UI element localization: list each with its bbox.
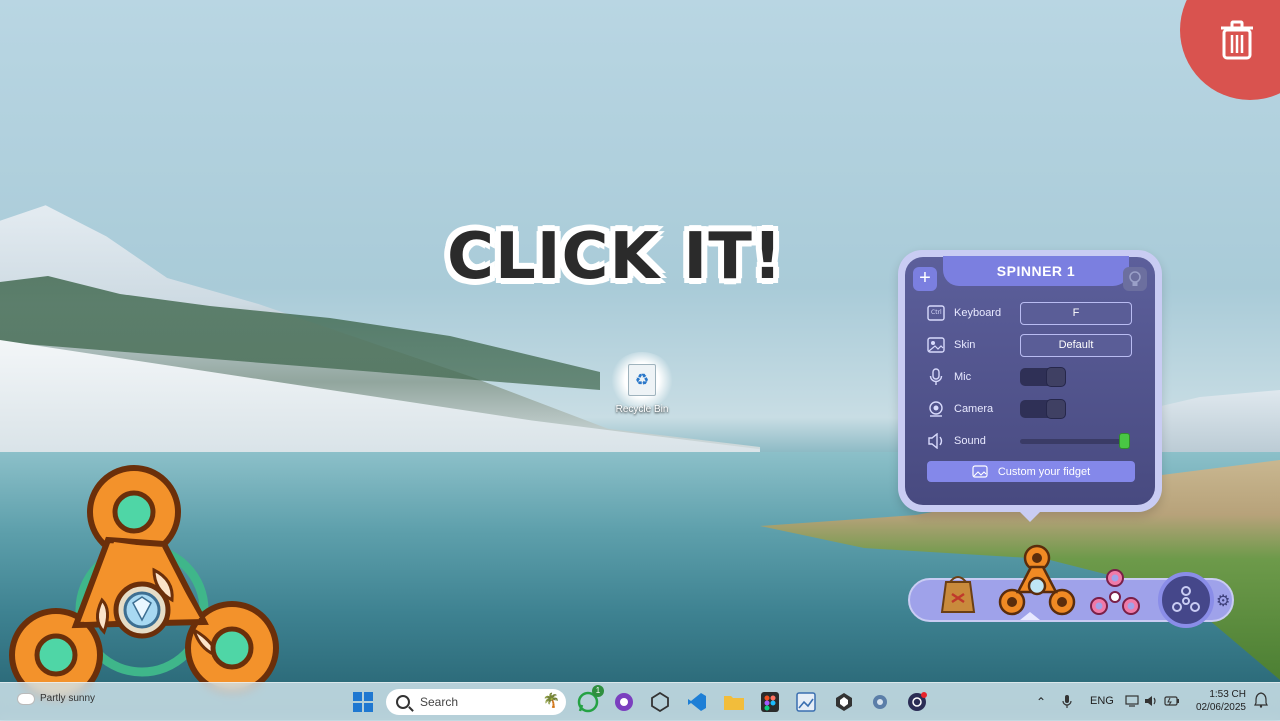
settings-icon[interactable] bbox=[868, 690, 892, 714]
camera-label: Camera bbox=[954, 403, 994, 415]
add-spinner-button[interactable]: + bbox=[913, 267, 937, 291]
svg-text:Ctrl: Ctrl bbox=[931, 309, 942, 316]
clock[interactable]: 1:53 CH 02/06/2025 bbox=[1196, 688, 1246, 714]
unity-icon[interactable] bbox=[648, 690, 672, 714]
file-explorer-icon[interactable] bbox=[722, 690, 746, 714]
notification-bell-icon[interactable] bbox=[1254, 692, 1268, 711]
clock-date: 02/06/2025 bbox=[1195, 702, 1246, 713]
mic-row: Mic bbox=[927, 365, 1141, 389]
image-edit-icon bbox=[972, 465, 988, 478]
cloud-icon bbox=[18, 693, 34, 704]
custom-fidget-button[interactable]: Custom your fidget bbox=[927, 461, 1135, 482]
trash-icon[interactable] bbox=[1220, 20, 1254, 60]
weather-text: Partly sunny bbox=[40, 693, 96, 704]
keyboard-row: Ctrl Keyboard F bbox=[927, 301, 1141, 325]
figma-icon[interactable] bbox=[758, 690, 782, 714]
desktop-icon-recycle-bin[interactable]: ♻ Recycle Bin bbox=[608, 352, 676, 415]
windows-start-icon[interactable] bbox=[351, 690, 375, 714]
taskbar: Partly sunny Search 🌴 1 ⌃ ENG 1:53 CH 02… bbox=[0, 682, 1280, 721]
pink-spinner-icon[interactable] bbox=[1090, 568, 1140, 618]
image-icon bbox=[927, 336, 945, 354]
recycle-bin-label: Recycle Bin bbox=[615, 404, 669, 415]
volume-icon[interactable] bbox=[1144, 695, 1158, 710]
gear-icon[interactable]: ⚙ bbox=[1216, 591, 1230, 611]
recycle-bin-icon: ♻ bbox=[628, 364, 656, 396]
keyboard-label: Keyboard bbox=[954, 307, 1002, 319]
taskbar-search[interactable]: Search 🌴 bbox=[386, 689, 566, 715]
clock-time: 1:53 CH bbox=[1209, 689, 1246, 700]
speaker-icon bbox=[927, 432, 945, 450]
mic-label: Mic bbox=[954, 371, 972, 383]
fidget-spinner-icon bbox=[1172, 586, 1200, 612]
search-placeholder: Search bbox=[420, 695, 459, 709]
spinner-menu-button[interactable] bbox=[1158, 572, 1214, 628]
chevron-up-icon[interactable]: ⌃ bbox=[1036, 695, 1046, 709]
mic-toggle-knob bbox=[1046, 367, 1066, 387]
sound-slider-track bbox=[1020, 438, 1130, 444]
camera-toggle[interactable] bbox=[1020, 399, 1066, 419]
whatsapp-icon[interactable]: 1 bbox=[576, 685, 604, 714]
camera-row: Camera bbox=[927, 397, 1141, 421]
panel-title: SPINNER 1 bbox=[943, 256, 1129, 286]
image-editor-icon[interactable] bbox=[794, 690, 818, 714]
paper-bag-icon[interactable] bbox=[936, 572, 980, 616]
mic-toggle[interactable] bbox=[1020, 367, 1066, 387]
fidget-spinner[interactable] bbox=[4, 460, 284, 720]
sound-row: Sound bbox=[927, 429, 1141, 453]
lightbulb-icon[interactable] bbox=[1123, 267, 1147, 291]
selected-indicator bbox=[1020, 612, 1040, 620]
unity-hub-icon[interactable] bbox=[832, 690, 856, 714]
sound-slider-thumb[interactable] bbox=[1119, 433, 1130, 449]
game-app-icon[interactable] bbox=[905, 690, 929, 714]
whatsapp-badge: 1 bbox=[592, 685, 604, 697]
headline-text: CLICK IT! bbox=[446, 220, 784, 294]
weather-widget[interactable]: Partly sunny bbox=[18, 693, 95, 704]
custom-fidget-label: Custom your fidget bbox=[997, 465, 1091, 478]
skin-label: Skin bbox=[954, 339, 976, 351]
network-icon[interactable] bbox=[1125, 695, 1139, 710]
microphone-icon bbox=[927, 368, 945, 386]
panel-pointer bbox=[1018, 510, 1042, 522]
keyboard-icon: Ctrl bbox=[927, 304, 945, 322]
sound-slider[interactable] bbox=[1020, 432, 1130, 450]
camera-toggle-knob bbox=[1046, 399, 1066, 419]
spinner-settings-panel: + SPINNER 1 Ctrl Keyboard F Skin Default… bbox=[898, 250, 1162, 512]
language-indicator[interactable]: ENG bbox=[1090, 695, 1114, 707]
microphone-tray-icon[interactable] bbox=[1062, 695, 1072, 712]
search-icon bbox=[396, 695, 410, 709]
palm-tree-icon: 🌴 bbox=[542, 692, 560, 708]
github-desktop-icon[interactable] bbox=[612, 690, 636, 714]
skin-field[interactable]: Default bbox=[1020, 333, 1132, 357]
skin-row: Skin Default bbox=[927, 333, 1141, 357]
sound-label: Sound bbox=[954, 435, 986, 447]
webcam-icon bbox=[927, 400, 945, 418]
battery-icon[interactable] bbox=[1164, 695, 1180, 710]
vscode-icon[interactable] bbox=[685, 690, 709, 714]
keyboard-key-field[interactable]: F bbox=[1020, 301, 1132, 325]
